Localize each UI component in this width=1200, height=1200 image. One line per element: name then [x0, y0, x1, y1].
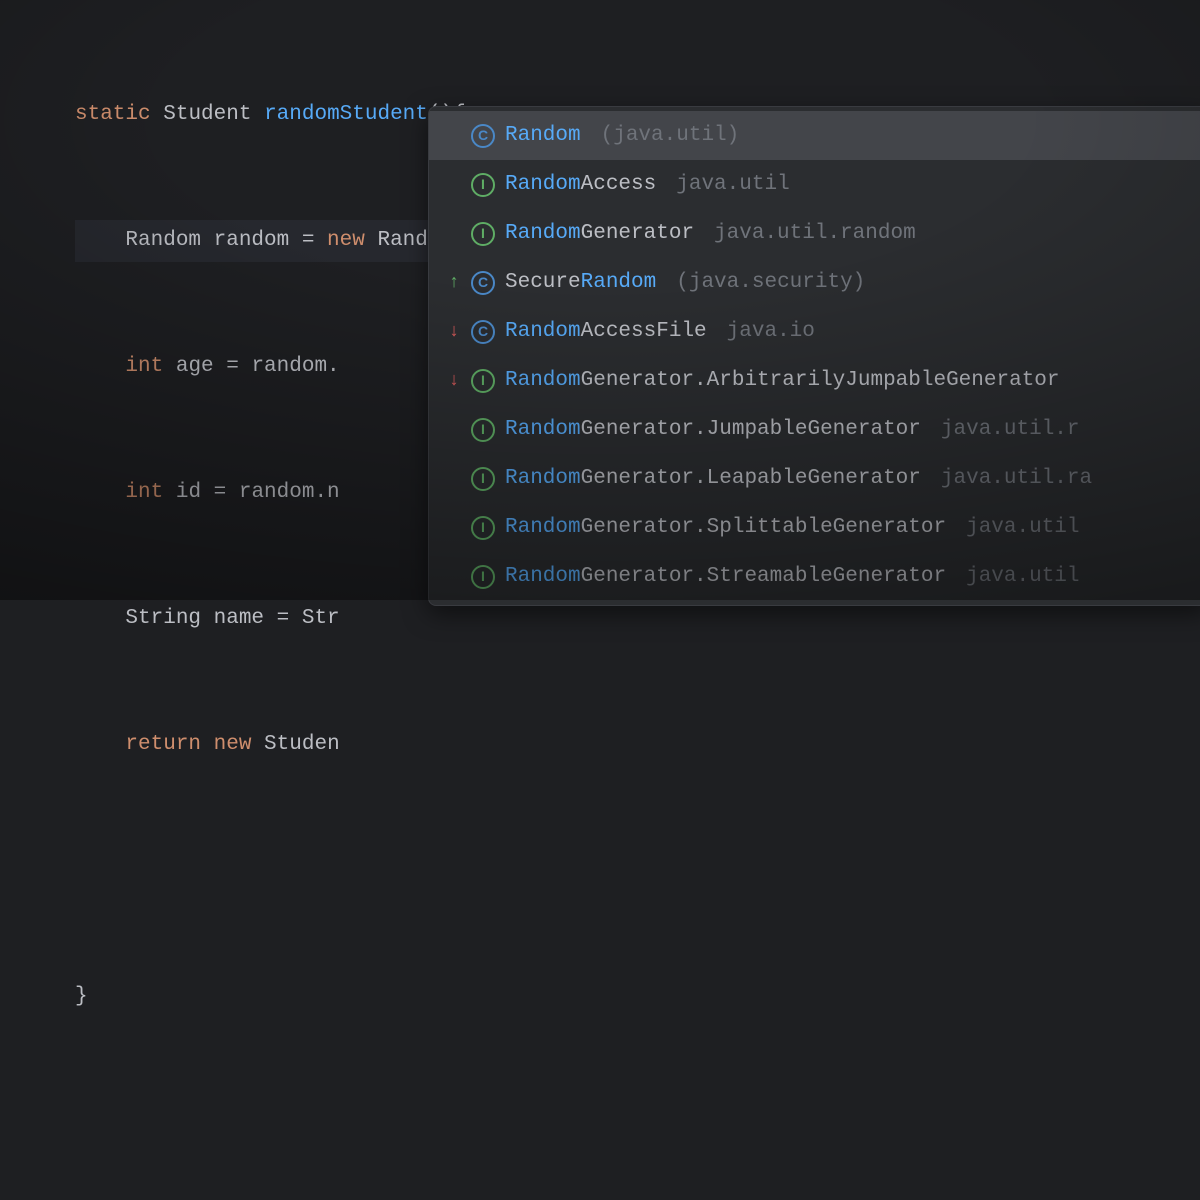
autocomplete-package: java.util.random [714, 211, 916, 256]
type: Student [163, 103, 251, 126]
autocomplete-package: java.util [676, 162, 789, 207]
autocomplete-label: RandomGenerator.SplittableGenerator [505, 505, 946, 550]
autocomplete-package: java.util.ra [941, 456, 1092, 501]
priority-up-icon: ↑ [447, 274, 461, 292]
code-text [75, 355, 125, 378]
class-icon: C [471, 124, 495, 148]
code-line: } [75, 976, 1200, 1018]
code-text: age = random. [163, 355, 339, 378]
autocomplete-item[interactable]: I RandomAccess java.util [429, 160, 1200, 209]
autocomplete-item[interactable]: ↓ C RandomAccessFile java.io [429, 307, 1200, 356]
autocomplete-package: java.util.r [941, 407, 1080, 452]
autocomplete-package: java.util [966, 554, 1079, 599]
autocomplete-item[interactable]: C Random (java.util) [429, 111, 1200, 160]
autocomplete-package: (java.security) [676, 260, 865, 305]
priority-down-icon: ↓ [447, 323, 461, 341]
code-line [75, 850, 1200, 892]
code-text: Studen [251, 733, 339, 756]
autocomplete-label: RandomAccess [505, 162, 656, 207]
keyword: int [125, 355, 163, 378]
code-text [75, 733, 125, 756]
autocomplete-item[interactable]: I RandomGenerator java.util.random [429, 209, 1200, 258]
interface-icon: I [471, 173, 495, 197]
code-line [75, 1102, 1200, 1144]
punctuation: } [75, 985, 88, 1008]
interface-icon: I [471, 369, 495, 393]
autocomplete-label: RandomAccessFile [505, 309, 707, 354]
autocomplete-label: RandomGenerator.ArbitrarilyJumpableGener… [505, 358, 1060, 403]
class-icon: C [471, 271, 495, 295]
keyword: static [75, 103, 151, 126]
autocomplete-package: java.util [966, 505, 1079, 550]
autocomplete-label: Random [505, 113, 581, 158]
code-line: return new Studen [75, 724, 1200, 766]
interface-icon: I [471, 418, 495, 442]
class-icon: C [471, 320, 495, 344]
autocomplete-package: (java.util) [601, 113, 740, 158]
keyword: return new [125, 733, 251, 756]
autocomplete-label: RandomGenerator.JumpableGenerator [505, 407, 921, 452]
interface-icon: I [471, 467, 495, 491]
autocomplete-item[interactable]: I RandomGenerator.LeapableGenerator java.u… [429, 454, 1200, 503]
autocomplete-popup[interactable]: C Random (java.util) I RandomAccess java.util… [428, 106, 1200, 606]
autocomplete-label: RandomGenerator.StreamableGenerator [505, 554, 946, 599]
interface-icon: I [471, 222, 495, 246]
autocomplete-item[interactable]: I RandomGenerator.SplittableGenerator java… [429, 503, 1200, 552]
autocomplete-label: RandomGenerator [505, 211, 694, 256]
code-text [75, 481, 125, 504]
autocomplete-item[interactable]: ↑ C SecureRandom (java.security) [429, 258, 1200, 307]
code-text: Random random = [75, 229, 327, 252]
autocomplete-item[interactable]: ↓ I RandomGenerator.ArbitrarilyJumpableGen… [429, 356, 1200, 405]
interface-icon: I [471, 565, 495, 589]
method-name: randomStudent [264, 103, 428, 126]
autocomplete-item[interactable]: I RandomGenerator.StreamableGenerator java… [429, 552, 1200, 601]
autocomplete-label: SecureRandom [505, 260, 656, 305]
interface-icon: I [471, 516, 495, 540]
keyword: new [327, 229, 365, 252]
autocomplete-package: java.io [727, 309, 815, 354]
autocomplete-item[interactable]: I RandomGenerator.JumpableGenerator java.u… [429, 405, 1200, 454]
keyword: int [125, 481, 163, 504]
priority-down-icon: ↓ [447, 372, 461, 390]
code-text: String name = Str [75, 607, 340, 630]
code-text: id = random.n [163, 481, 339, 504]
autocomplete-label: RandomGenerator.LeapableGenerator [505, 456, 921, 501]
